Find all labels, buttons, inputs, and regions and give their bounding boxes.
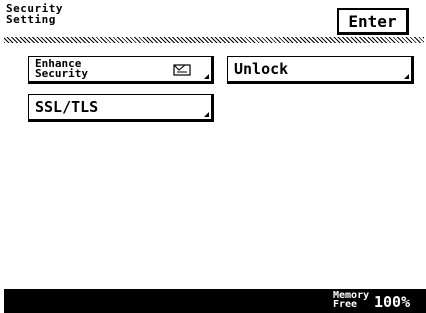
ssl-tls-label: SSL/TLS <box>35 98 99 116</box>
ssl-tls-button[interactable]: SSL/TLS <box>28 94 214 122</box>
expand-corner-icon <box>404 74 409 79</box>
unlock-button[interactable]: Unlock <box>227 56 414 84</box>
hatched-divider <box>4 37 424 43</box>
enhance-security-button[interactable]: Enhance Security <box>28 56 214 84</box>
expand-corner-icon <box>204 74 209 79</box>
screen-title: Security Setting <box>6 2 63 26</box>
enhance-security-label: Enhance Security <box>35 57 88 80</box>
document-icon <box>173 64 191 76</box>
status-bar: Memory Free 100% <box>4 289 426 313</box>
unlock-label: Unlock <box>234 60 289 78</box>
memory-free-value: 100% <box>374 293 411 311</box>
enter-button[interactable]: Enter <box>337 8 409 35</box>
memory-free-label: Memory Free <box>333 290 370 310</box>
expand-corner-icon <box>204 112 209 117</box>
